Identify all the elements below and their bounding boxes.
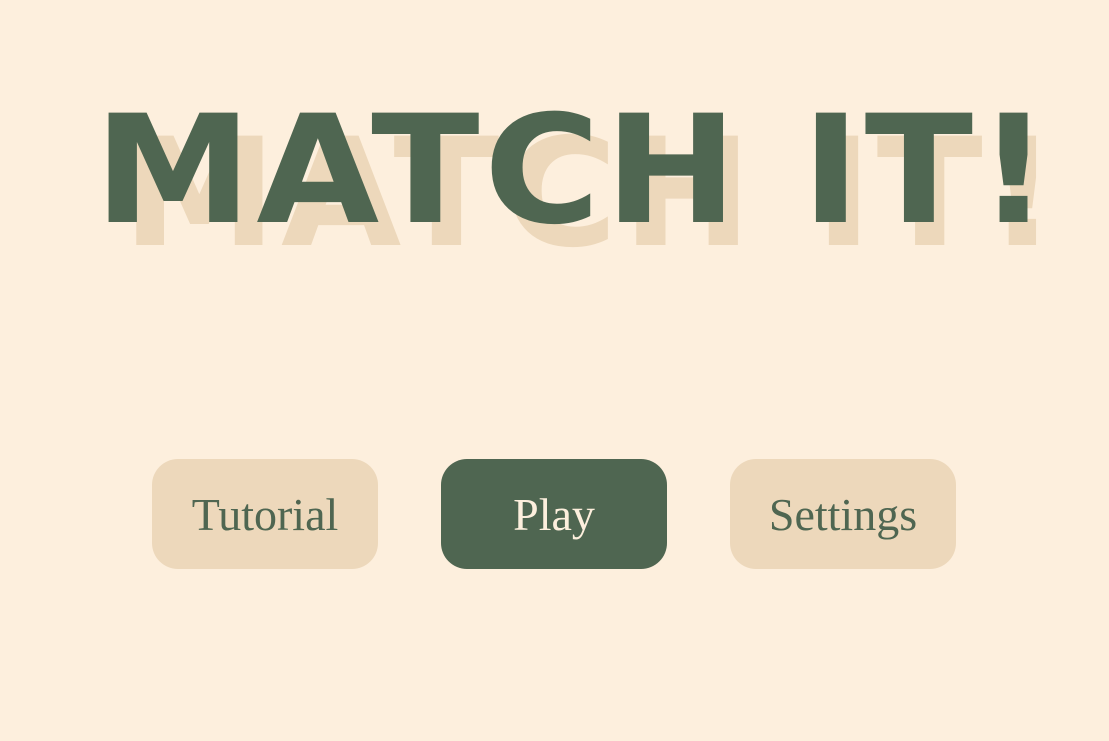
game-title-art: MATCH IT! MATCH IT! [94, 84, 1058, 281]
settings-button-label: Settings [768, 488, 918, 540]
game-title: MATCH IT! [94, 84, 1054, 258]
settings-button[interactable]: Settings [730, 459, 956, 569]
main-menu: Tutorial Play Settings [0, 459, 1109, 569]
main-menu-screen: MATCH IT! MATCH IT! Tutorial Play Settin… [0, 0, 1109, 741]
game-logo: MATCH IT! MATCH IT! [0, 0, 1109, 300]
tutorial-button-label: Tutorial [191, 488, 339, 540]
tutorial-button[interactable]: Tutorial [152, 459, 378, 569]
play-button-label: Play [513, 488, 595, 540]
play-button[interactable]: Play [441, 459, 667, 569]
